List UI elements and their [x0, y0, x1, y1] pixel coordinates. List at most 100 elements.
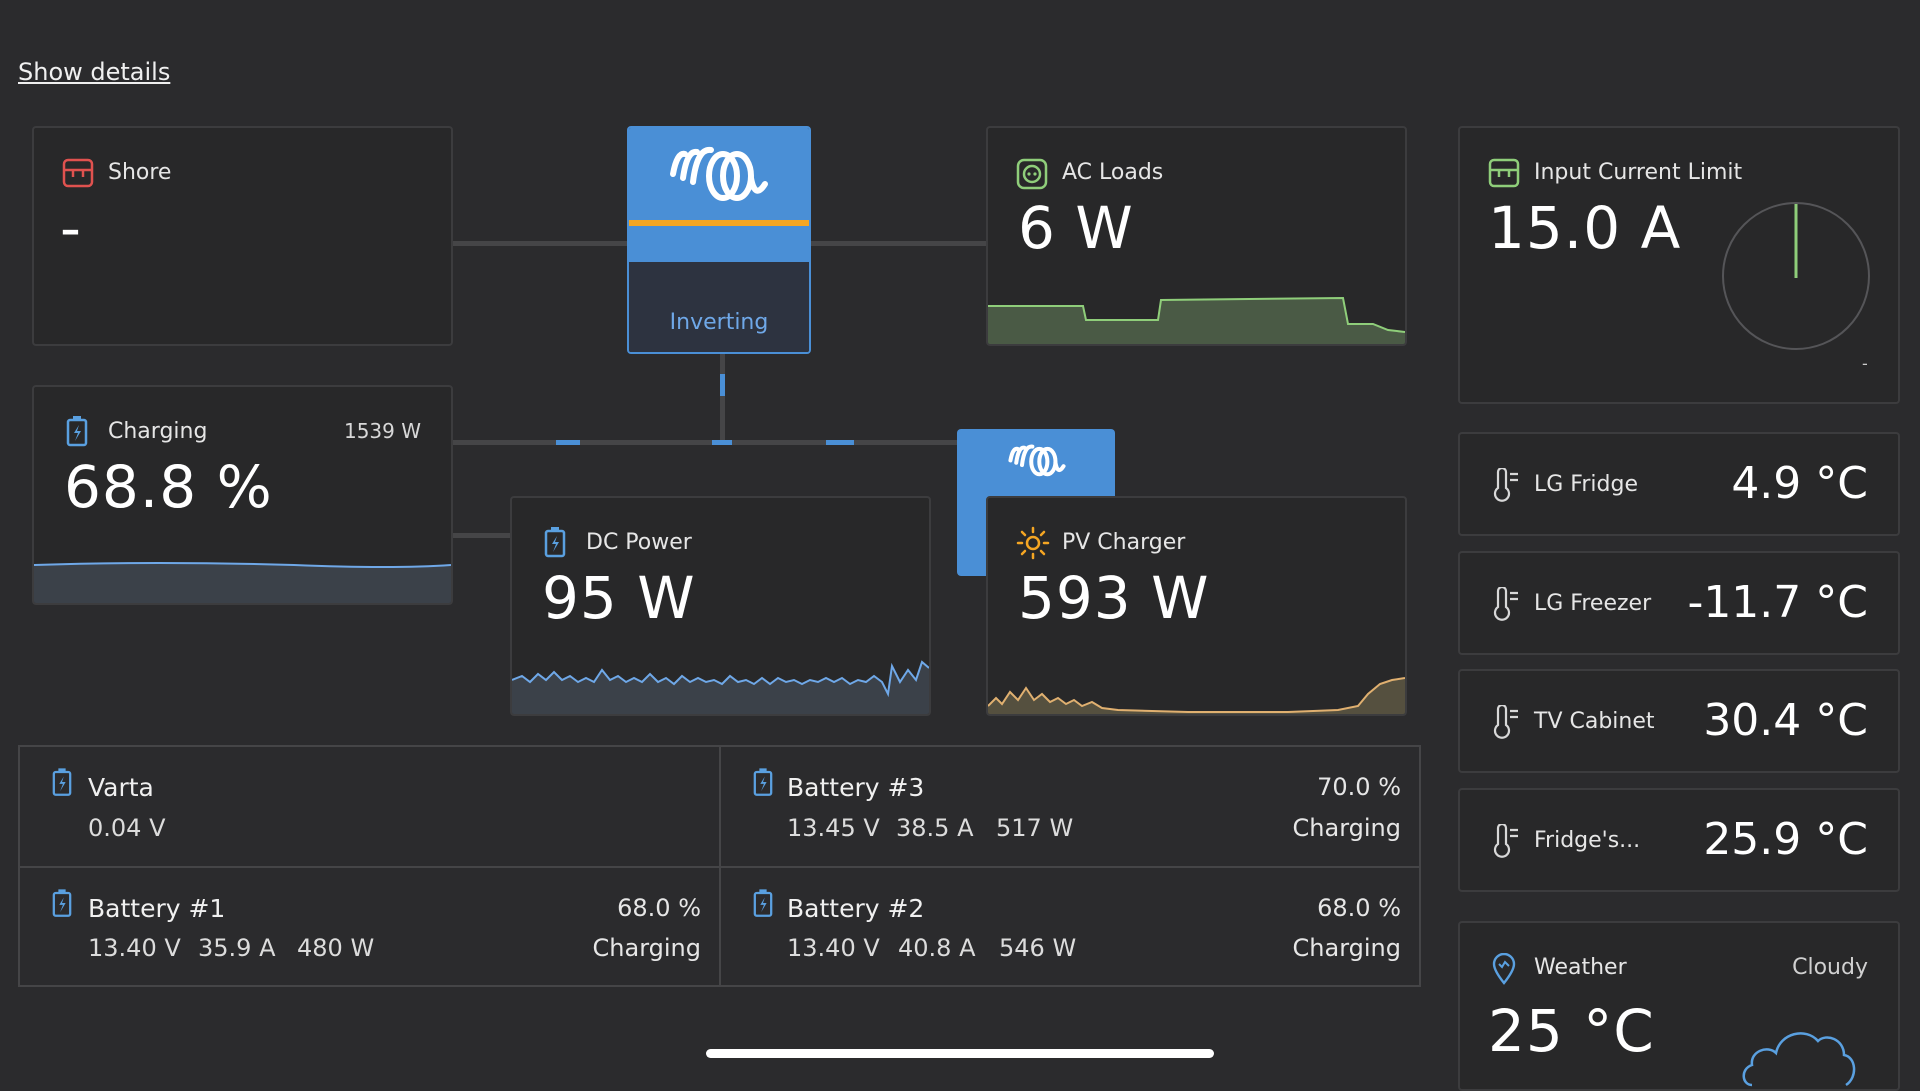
ac-loads-title: AC Loads	[1062, 160, 1164, 185]
battery-table: Varta 0.04 V Battery #3 13.45 V 38.5 A 5…	[18, 745, 1421, 987]
home-indicator[interactable]	[706, 1049, 1214, 1058]
battery-voltage: 13.40 V	[787, 934, 880, 962]
thermometer-icon	[1493, 468, 1518, 502]
battery-name: Battery #2	[787, 894, 925, 923]
wire-shore-inverter	[452, 241, 627, 246]
weather-condition: Cloudy	[1792, 955, 1868, 980]
battery-power: 546 W	[999, 934, 1077, 962]
temperature-card-fridges[interactable]: Fridge's... 25.9 °C	[1458, 788, 1900, 892]
battery-soc: 68.8 %	[64, 453, 273, 521]
battery-voltage: 0.04 V	[88, 814, 166, 842]
thermometer-icon	[1493, 824, 1518, 858]
battery-soc: 68.0 %	[1317, 894, 1401, 922]
temperature-card-lg-freezer[interactable]: LG Freezer -11.7 °C	[1458, 551, 1900, 655]
battery-power: 480 W	[297, 934, 375, 962]
grid-input-icon	[1488, 158, 1520, 188]
battery-row-1[interactable]: Battery #1 13.40 V 35.9 A 480 W 68.0 % C…	[20, 868, 719, 985]
location-pin-icon	[1492, 953, 1516, 985]
battery-sparkline	[34, 562, 451, 603]
temperature-value: -11.7 °C	[1687, 577, 1868, 628]
wire-dc-flow-3	[826, 440, 854, 445]
temperature-name: LG Freezer	[1534, 591, 1652, 616]
battery-current: 40.8 A	[898, 934, 976, 962]
input-current-gauge	[1722, 202, 1870, 350]
dc-power-sparkline	[512, 660, 929, 714]
temperature-value: 30.4 °C	[1703, 695, 1868, 746]
shore-title: Shore	[108, 160, 172, 185]
temperature-name: Fridge's...	[1534, 828, 1641, 853]
battery-power: 1539 W	[343, 419, 421, 443]
battery-name: Battery #1	[88, 894, 226, 923]
temperature-name: LG Fridge	[1534, 472, 1638, 497]
battery-voltage: 13.40 V	[88, 934, 181, 962]
battery-current: 38.5 A	[896, 814, 974, 842]
dc-power-title: DC Power	[586, 530, 692, 555]
battery-current: 35.9 A	[198, 934, 276, 962]
pv-charger-value: 593 W	[1018, 564, 1210, 632]
shore-value: -	[60, 194, 82, 262]
wire-dc-bus	[452, 440, 960, 445]
battery-soc: 68.0 %	[617, 894, 701, 922]
battery-icon	[52, 889, 72, 917]
inverter-mid	[629, 226, 809, 262]
battery-state: Charging	[1292, 814, 1401, 842]
pv-charger-title: PV Charger	[1062, 530, 1186, 555]
battery-icon	[753, 768, 773, 796]
temperature-card-tv-cabinet[interactable]: TV Cabinet 30.4 °C	[1458, 669, 1900, 773]
temperature-card-lg-fridge[interactable]: LG Fridge 4.9 °C	[1458, 432, 1900, 536]
thermometer-icon	[1493, 587, 1518, 621]
battery-voltage: 13.45 V	[787, 814, 880, 842]
dc-power-value: 95 W	[542, 564, 696, 632]
battery-icon	[753, 889, 773, 917]
battery-soc: 70.0 %	[1317, 773, 1401, 801]
weather-title: Weather	[1534, 955, 1627, 980]
wire-dc-flow-2	[712, 440, 732, 445]
inverter-block[interactable]: Inverting	[627, 126, 811, 354]
inverter-header	[629, 128, 809, 220]
input-current-limit-value: 15.0 A	[1488, 194, 1682, 262]
battery-icon	[52, 768, 72, 796]
inverter-state: Inverting	[669, 310, 769, 335]
wire-inverter-dcbus	[720, 354, 725, 444]
weather-value: 25 °C	[1488, 997, 1655, 1065]
thermometer-icon	[1493, 705, 1518, 739]
ac-loads-card[interactable]: AC Loads 6 W	[986, 126, 1407, 346]
battery-name: Varta	[88, 773, 154, 802]
temperature-value: 25.9 °C	[1703, 814, 1868, 865]
temperature-value: 4.9 °C	[1731, 458, 1868, 509]
pv-charger-card[interactable]: PV Charger 593 W	[986, 496, 1407, 716]
input-current-limit-title: Input Current Limit	[1534, 160, 1743, 185]
socket-icon	[1016, 158, 1048, 190]
battery-power: 517 W	[996, 814, 1074, 842]
battery-row-2[interactable]: Battery #2 13.40 V 40.8 A 546 W 68.0 % C…	[721, 868, 1419, 985]
battery-row-3[interactable]: Battery #3 13.45 V 38.5 A 517 W 70.0 % C…	[721, 747, 1419, 866]
wire-inverter-acloads	[810, 241, 988, 246]
ac-loads-sparkline	[988, 296, 1405, 344]
victron-logo-icon	[670, 146, 768, 201]
wire-inverter-dcbus-flow	[720, 374, 725, 396]
dc-power-card[interactable]: DC Power 95 W	[510, 496, 931, 716]
gauge-min-label: -	[1862, 354, 1868, 373]
shore-icon	[62, 158, 94, 188]
battery-title: Charging	[108, 419, 208, 444]
show-details-link[interactable]: Show details	[18, 58, 170, 86]
victron-small-logo-icon	[1008, 444, 1066, 477]
weather-card[interactable]: Weather Cloudy 25 °C	[1458, 921, 1900, 1091]
sun-icon	[1016, 526, 1050, 560]
cloud-icon	[1742, 1032, 1856, 1087]
wire-battery-dcpower	[452, 533, 512, 538]
temperature-name: TV Cabinet	[1534, 709, 1655, 734]
dc-battery-icon	[544, 527, 566, 558]
wire-dc-flow-1	[556, 440, 580, 445]
inverter-state-area	[629, 262, 809, 352]
shore-card[interactable]: Shore -	[32, 126, 453, 346]
ac-loads-value: 6 W	[1018, 194, 1134, 262]
input-current-limit-card[interactable]: Input Current Limit 15.0 A -	[1458, 126, 1900, 404]
battery-card[interactable]: Charging 1539 W 68.8 %	[32, 385, 453, 605]
battery-state: Charging	[592, 934, 701, 962]
battery-name: Battery #3	[787, 773, 925, 802]
battery-state: Charging	[1292, 934, 1401, 962]
battery-row-varta[interactable]: Varta 0.04 V	[20, 747, 719, 866]
pv-charger-sparkline	[988, 677, 1405, 714]
battery-charging-icon	[66, 416, 88, 447]
